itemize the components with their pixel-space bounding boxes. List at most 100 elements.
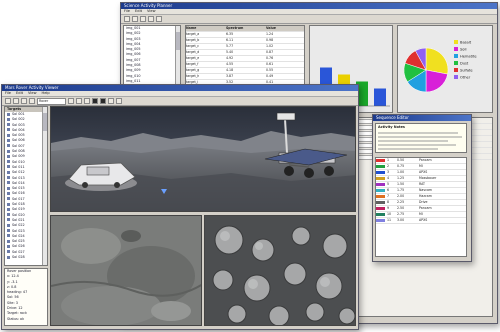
analysis-menu-view[interactable]: View: [147, 9, 156, 14]
color-swatch[interactable]: [376, 195, 385, 198]
tree-item-label: Sol 007: [12, 143, 25, 148]
analysis-toolbar: [121, 15, 497, 24]
map-view-button[interactable]: [100, 98, 106, 104]
analysis-menu-edit[interactable]: Edit: [135, 9, 142, 14]
tree-item[interactable]: Sol 028: [5, 255, 47, 260]
sequence-instrument: MI: [419, 212, 423, 216]
tree-item-label: Sol 025: [12, 239, 25, 244]
activity-notes-panel[interactable]: Activity Notes: [375, 123, 467, 153]
folder-icon: [7, 170, 10, 174]
select-tool-button[interactable]: [5, 98, 11, 104]
folder-icon: [7, 128, 10, 132]
folder-icon: [7, 213, 10, 217]
color-swatch[interactable]: [376, 177, 385, 180]
viewer-menu-file[interactable]: File: [5, 91, 11, 96]
color-swatch[interactable]: [376, 165, 385, 168]
table-cell: 1.24: [266, 32, 274, 36]
sequence-time: 2.50: [397, 206, 405, 210]
pan-tool-button[interactable]: [21, 98, 27, 104]
table-cell: target_c: [186, 44, 200, 48]
table-cell: 6.35: [226, 32, 234, 36]
target-tree-panel[interactable]: Targets Sol 001 Sol 002 Sol 003 Sol 004 Sol …: [4, 106, 48, 266]
pie-chart-panel: Basalt Soil Hematite Dust Sulfate Other: [397, 25, 493, 113]
legend-label: Sulfate: [460, 69, 473, 73]
grid-toggle-button[interactable]: [108, 98, 114, 104]
color-swatch[interactable]: [376, 201, 385, 204]
zoom-tool-button[interactable]: [29, 98, 35, 104]
table-cell: 4.92: [226, 56, 234, 60]
sequence-time: 1.50: [397, 182, 405, 186]
microscopic-image-right[interactable]: [204, 215, 356, 326]
table-cell: 0.98: [266, 38, 274, 42]
rover-icon[interactable]: [259, 109, 349, 189]
notes-text-lines: [378, 132, 462, 150]
folder-icon: [7, 234, 10, 238]
sequence-instrument: Pancam: [419, 158, 432, 162]
folder-icon: [7, 197, 10, 201]
legend-label: Dust: [460, 62, 469, 66]
color-swatch[interactable]: [376, 159, 385, 162]
sequence-instrument: APXS: [419, 218, 428, 222]
color-swatch[interactable]: [376, 171, 385, 174]
tree-item-label: Sol 028: [12, 255, 25, 260]
pie-slice: [425, 47, 449, 75]
color-swatch[interactable]: [376, 219, 385, 222]
rock-texture-image: [51, 216, 201, 325]
tree-item-label: Sol 020: [12, 212, 25, 217]
sequence-index: 6: [387, 188, 390, 192]
table-cell: 5.77: [226, 44, 234, 48]
info-line: Status: ok: [7, 316, 25, 321]
legend-label: Hematite: [460, 55, 477, 59]
analysis-menu-file[interactable]: File: [124, 9, 130, 14]
waypoint-marker-icon[interactable]: [161, 189, 167, 195]
refresh-button[interactable]: [156, 16, 162, 22]
column-header-spectrum[interactable]: Spectrum: [226, 26, 266, 31]
step-button[interactable]: [84, 98, 90, 104]
sequence-row[interactable]: 11 3.00 APXS: [376, 218, 466, 224]
table-cell: target_a: [186, 32, 200, 36]
tree-item-label: Sol 019: [12, 207, 25, 212]
save-button[interactable]: [132, 16, 138, 22]
color-swatch[interactable]: [376, 213, 385, 216]
viewer-menu-help[interactable]: Help: [42, 91, 50, 96]
tree-item-label: Sol 027: [12, 249, 25, 254]
stop-button[interactable]: [76, 98, 82, 104]
color-swatch[interactable]: [376, 183, 385, 186]
folder-icon: [7, 138, 10, 142]
table-cell: 0.49: [266, 74, 274, 78]
viewer-menu-view[interactable]: View: [28, 91, 37, 96]
microscopic-image-left[interactable]: [50, 215, 202, 326]
print-button[interactable]: [140, 16, 146, 22]
zoom-button[interactable]: [148, 16, 154, 22]
sequence-time: 0.50: [397, 158, 405, 162]
table-cell: target_h: [186, 74, 200, 78]
viewer-menu-edit[interactable]: Edit: [16, 91, 23, 96]
color-swatch[interactable]: [376, 207, 385, 210]
target-tree-scrollbar[interactable]: [42, 107, 47, 265]
legend-label: Soil: [460, 48, 466, 52]
rotate-tool-button[interactable]: [13, 98, 19, 104]
rover-field[interactable]: Rover: [37, 97, 66, 105]
table-cell: 4.55: [226, 62, 234, 66]
column-header-value[interactable]: Value: [266, 26, 302, 31]
open-button[interactable]: [124, 16, 130, 22]
folder-icon: [7, 149, 10, 153]
column-header-name[interactable]: Name: [186, 26, 226, 31]
table-cell: 0.55: [266, 68, 274, 72]
legend-swatch: [454, 68, 458, 72]
tree-item-label: Sol 012: [12, 170, 25, 175]
tree-item-label: Sol 008: [12, 149, 25, 154]
folder-icon: [7, 255, 10, 259]
play-button[interactable]: [68, 98, 74, 104]
terrain-3d-view[interactable]: [50, 106, 356, 212]
sequence-index: 8: [387, 200, 390, 204]
settings-button[interactable]: [116, 98, 122, 104]
folder-icon: [7, 160, 10, 164]
color-swatch[interactable]: [376, 189, 385, 192]
sequence-table[interactable]: 1 0.50 Pancam 2 0.75 MI 3 1.00 APXS 4 1.25 Mossbaue…: [375, 157, 467, 257]
table-cell: 5.40: [226, 50, 234, 54]
tree-item-label: Sol 023: [12, 228, 25, 233]
folder-icon: [7, 207, 10, 211]
camera-view-button[interactable]: [92, 98, 98, 104]
sequence-time: 3.00: [397, 218, 405, 222]
